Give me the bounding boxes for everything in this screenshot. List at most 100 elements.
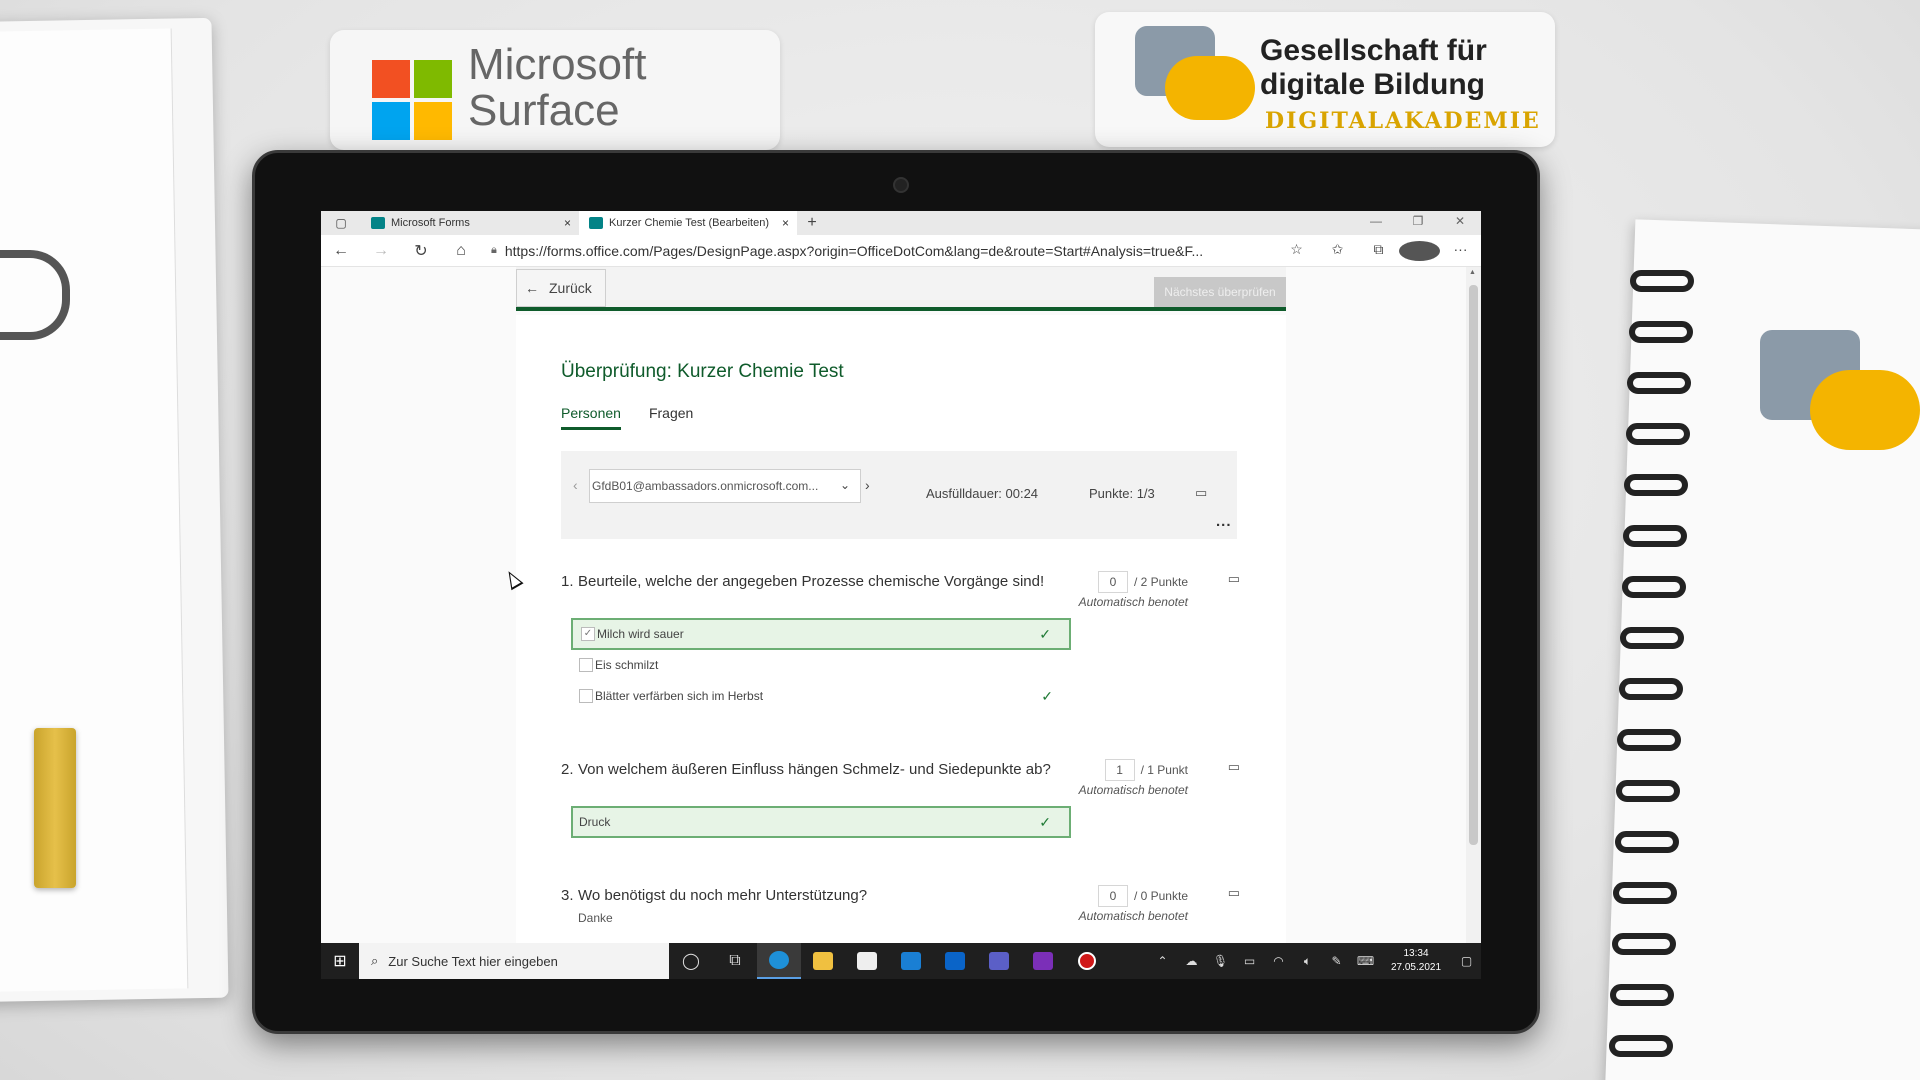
tab-kurzer-chemie-test[interactable]: Kurzer Chemie Test (Bearbeiten) ×: [579, 211, 797, 235]
question-3-score: 0 / 0 Punkte: [1097, 885, 1188, 907]
url-field[interactable]: 🔒︎ https://forms.office.com/Pages/Design…: [481, 243, 1276, 259]
add-favorite-icon[interactable]: ☆: [1276, 241, 1317, 261]
clock[interactable]: 13:34 27.05.2021: [1380, 947, 1452, 975]
spiral-ring: [1624, 474, 1689, 496]
option-label: Milch wird sauer: [597, 627, 684, 641]
microsoft-surface-sticker: Microsoft Surface: [330, 30, 780, 150]
score-input[interactable]: 0: [1097, 571, 1128, 593]
spiral-ring: [1614, 831, 1679, 853]
comment-icon[interactable]: ▭: [1195, 485, 1207, 501]
more-options-icon[interactable]: ···: [1440, 241, 1481, 261]
gfdb-line2: digitale Bildung: [1260, 68, 1485, 101]
file-explorer-icon[interactable]: [801, 943, 845, 979]
option-milch: ✓ Milch wird sauer ✓: [571, 618, 1071, 650]
teams-icon[interactable]: [977, 943, 1021, 979]
minimize-icon[interactable]: —: [1355, 211, 1397, 235]
back-arrow-icon[interactable]: ←: [321, 242, 361, 260]
max-points: / 0 Punkte: [1133, 889, 1188, 903]
check-icon: ✓: [1039, 813, 1051, 830]
notifications-icon[interactable]: ▢: [1452, 954, 1481, 968]
task-view-icon[interactable]: ⧉: [713, 943, 757, 979]
checkbox-checked: ✓: [581, 627, 595, 641]
keyboard-icon[interactable]: ⌨: [1351, 954, 1380, 968]
question-number: 3.: [561, 887, 574, 904]
windows-start-icon[interactable]: ⊞: [321, 951, 359, 971]
duration-label: Ausfülldauer: 00:24: [926, 486, 1039, 501]
spiral-ring: [1613, 882, 1678, 904]
spiral-ring: [1620, 627, 1685, 649]
vertical-scrollbar[interactable]: ▲ ▼: [1466, 267, 1481, 979]
favorites-icon[interactable]: ✩: [1317, 241, 1358, 261]
comment-icon[interactable]: ▭: [1228, 571, 1240, 587]
checkbox: [579, 689, 593, 703]
home-icon[interactable]: ⌂: [441, 242, 481, 260]
comment-icon[interactable]: ▭: [1228, 759, 1240, 775]
back-button[interactable]: ← Zurück: [516, 269, 606, 307]
tab-microsoft-forms[interactable]: Microsoft Forms ×: [361, 211, 579, 235]
close-tab-icon[interactable]: ×: [782, 216, 789, 230]
screen: ▢ Microsoft Forms × Kurzer Chemie Test (…: [321, 211, 1481, 979]
tab-label: Microsoft Forms: [391, 217, 470, 229]
mail-icon[interactable]: [889, 943, 933, 979]
auto-graded-label: Automatisch benotet: [1078, 909, 1188, 923]
score-input[interactable]: 0: [1097, 885, 1128, 907]
record-icon[interactable]: [1065, 943, 1109, 979]
battery-icon[interactable]: ▭: [1235, 954, 1264, 968]
collections-icon[interactable]: ⧉: [1358, 241, 1399, 261]
spiral-ring: [1627, 372, 1692, 394]
option-label: Blätter verfärben sich im Herbst: [595, 689, 764, 703]
edge-icon[interactable]: [757, 943, 801, 979]
time-label: 13:34: [1403, 948, 1429, 959]
chevron-up-icon[interactable]: ⌃: [1148, 954, 1177, 968]
volume-icon[interactable]: 🔈︎: [1293, 954, 1322, 969]
respondent-select[interactable]: GfdB01@ambassadors.onmicrosoft.com... ⌄: [589, 469, 861, 503]
answer-druck: Druck ✓: [571, 806, 1071, 838]
score-input[interactable]: 1: [1104, 759, 1135, 781]
restore-icon[interactable]: ❐: [1397, 211, 1439, 235]
microphone-icon[interactable]: 🎙︎: [1206, 954, 1235, 968]
prev-respondent-icon[interactable]: ‹: [573, 477, 578, 493]
taskbar-search[interactable]: ⌕ Zur Suche Text hier eingeben: [359, 943, 669, 979]
gfdb-sticker: Gesellschaft für digitale Bildung DIGITA…: [1095, 12, 1555, 147]
cortana-icon[interactable]: ◯: [669, 943, 713, 979]
question-2-score: 1 / 1 Punkt: [1104, 759, 1188, 781]
profile-avatar[interactable]: [1399, 240, 1440, 261]
microsoft-logo: [372, 60, 452, 140]
spiral-ring: [1628, 321, 1693, 343]
next-respondent-icon[interactable]: ›: [865, 477, 870, 493]
microsoft-surface-text: Microsoft Surface: [468, 42, 646, 134]
tab-personen[interactable]: Personen: [561, 405, 621, 430]
next-review-button[interactable]: Nächstes überprüfen: [1154, 277, 1286, 307]
comment-icon[interactable]: ▭: [1228, 885, 1240, 901]
spiral-ring: [1617, 729, 1682, 751]
spiral-ring: [1616, 780, 1680, 802]
spiral-ring: [1630, 270, 1694, 292]
tab-fragen[interactable]: Fragen: [649, 405, 693, 430]
new-tab-button[interactable]: +: [797, 211, 827, 235]
outlook-icon[interactable]: [933, 943, 977, 979]
gfdb-logo-bubble: [1165, 56, 1255, 120]
onenote-icon[interactable]: [1021, 943, 1065, 979]
search-icon: ⌕: [371, 953, 379, 968]
forward-arrow-icon[interactable]: →: [361, 242, 401, 260]
spiral-ring: [1618, 678, 1683, 700]
tab-actions-icon[interactable]: ▢: [321, 211, 361, 235]
more-options-button[interactable]: ...: [1216, 513, 1232, 530]
pen-icon[interactable]: ✎: [1322, 954, 1351, 968]
forms-page: ← Zurück Nächstes überprüfen Überprüfung…: [321, 267, 1466, 979]
answer-text: Druck: [579, 815, 611, 829]
store-icon[interactable]: [845, 943, 889, 979]
yellow-sticky-note: [34, 728, 76, 888]
check-icon: ✓: [1039, 625, 1051, 642]
onedrive-icon[interactable]: ☁: [1177, 954, 1206, 968]
option-eis: Eis schmilzt: [571, 649, 1071, 681]
scroll-up-icon[interactable]: ▲: [1469, 269, 1476, 276]
close-tab-icon[interactable]: ×: [564, 216, 571, 230]
close-window-icon[interactable]: ✕: [1439, 211, 1481, 235]
spiral-ring: [1625, 423, 1690, 445]
wifi-icon[interactable]: ◠: [1264, 954, 1293, 968]
refresh-icon[interactable]: ↻: [401, 241, 441, 261]
binder-clip: [0, 250, 70, 340]
scrollbar-thumb[interactable]: [1469, 285, 1478, 845]
spiral-ring: [1609, 1035, 1673, 1057]
